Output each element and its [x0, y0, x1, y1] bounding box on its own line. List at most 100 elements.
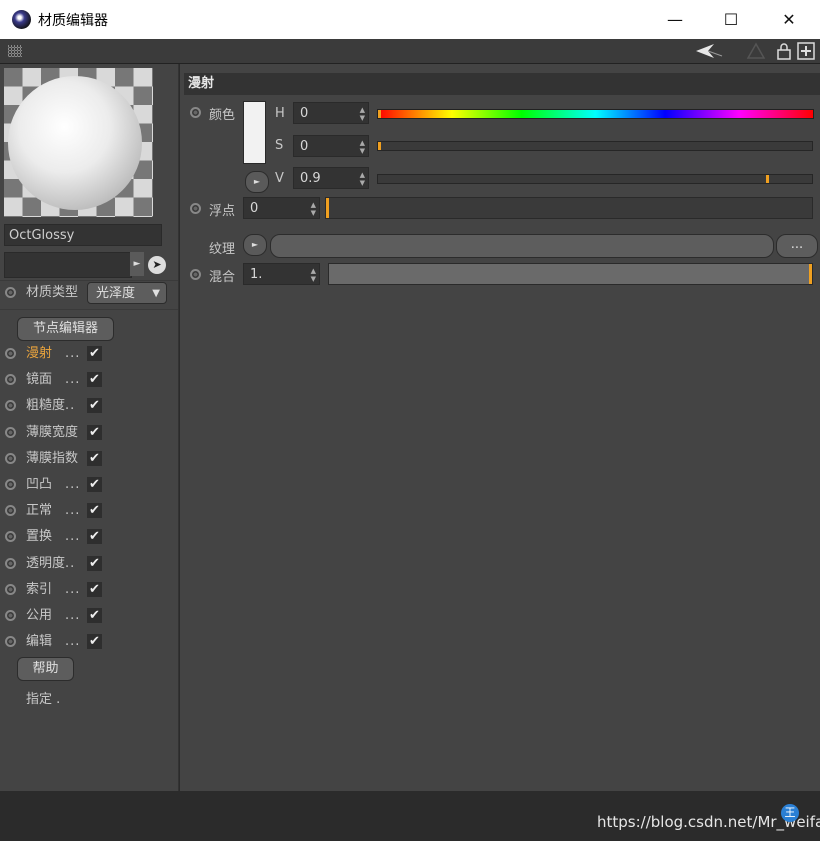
- material-type-select[interactable]: 光泽度 ▼: [87, 282, 167, 304]
- material-preview[interactable]: [4, 68, 153, 217]
- minimize-button[interactable]: —: [646, 0, 704, 39]
- channel-label[interactable]: 透明度: [26, 553, 65, 575]
- v-input[interactable]: 0.9 ▲ ▼: [293, 167, 369, 189]
- watermark-badge: 王: [781, 804, 799, 822]
- maximize-button[interactable]: ☐: [702, 0, 760, 39]
- cinema4d-app-icon: [12, 10, 31, 29]
- spin-arrows-icon[interactable]: ▲ ▼: [360, 139, 365, 155]
- channel-label[interactable]: 正常: [26, 500, 52, 522]
- channel-checkbox[interactable]: ✔: [87, 555, 102, 571]
- value-slider-knob[interactable]: [766, 175, 769, 183]
- channel-dots: ...: [65, 529, 81, 545]
- channel-dots: ..: [65, 398, 76, 414]
- channel-label[interactable]: 镜面: [26, 369, 52, 391]
- pick-cursor-icon[interactable]: ➤: [148, 256, 166, 274]
- float-radio[interactable]: [190, 203, 201, 214]
- value-slider[interactable]: [377, 174, 813, 184]
- texture-browse-button[interactable]: ...: [776, 234, 818, 258]
- material-type-radio[interactable]: [5, 287, 16, 298]
- channel-dots: ...: [65, 346, 81, 361]
- mix-value: 1.: [250, 267, 263, 282]
- channel-checkbox[interactable]: ✔: [87, 529, 102, 545]
- channel-label[interactable]: 粗糙度: [26, 395, 65, 417]
- back-arrow-icon[interactable]: [694, 42, 724, 60]
- channel-radio[interactable]: [5, 610, 16, 621]
- channel-dots: ...: [65, 581, 81, 597]
- channel-checkbox[interactable]: ✔: [87, 424, 102, 440]
- saturation-slider[interactable]: [377, 141, 813, 151]
- editor-toolbar: [0, 39, 820, 64]
- channel-dots: ...: [65, 503, 81, 519]
- float-slider-knob[interactable]: [326, 198, 329, 218]
- hue-slider[interactable]: [377, 109, 814, 119]
- channel-label[interactable]: 公用: [26, 605, 52, 627]
- spin-arrows-icon[interactable]: ▲ ▼: [360, 171, 365, 187]
- channel-label[interactable]: 凹凸: [26, 474, 52, 496]
- channel-checkbox[interactable]: ✔: [87, 581, 102, 597]
- channel-dots: ...: [65, 634, 81, 650]
- channel-checkbox[interactable]: ✔: [87, 503, 102, 519]
- float-label: 浮点: [209, 204, 236, 219]
- material-name-field[interactable]: OctGlossy: [4, 224, 162, 246]
- hue-slider-knob[interactable]: [378, 110, 381, 118]
- link-arrow-icon[interactable]: ►: [130, 252, 144, 276]
- new-panel-icon[interactable]: [797, 42, 815, 60]
- float-slider[interactable]: [325, 197, 813, 219]
- s-input[interactable]: 0 ▲ ▼: [293, 135, 369, 157]
- channel-radio[interactable]: [5, 348, 16, 359]
- channel-label[interactable]: 薄膜宽度: [26, 422, 78, 444]
- mix-input[interactable]: 1. ▲ ▼: [243, 263, 320, 285]
- h-label: H: [275, 106, 285, 121]
- channel-radio[interactable]: [5, 452, 16, 464]
- mix-slider[interactable]: [328, 263, 813, 285]
- section-title: 漫射: [184, 73, 820, 95]
- v-label: V: [275, 171, 284, 186]
- v-value: 0.9: [300, 171, 321, 186]
- texture-expand-button[interactable]: ►: [243, 234, 267, 256]
- float-input[interactable]: 0 ▲ ▼: [243, 197, 320, 219]
- channel-label[interactable]: 编辑: [26, 631, 52, 653]
- panel-grip-icon[interactable]: [8, 45, 22, 57]
- color-radio[interactable]: [190, 107, 201, 118]
- node-editor-button[interactable]: 节点编辑器: [17, 317, 114, 341]
- channel-checkbox[interactable]: ✔: [87, 608, 102, 623]
- spin-arrows-icon[interactable]: ▲ ▼: [311, 201, 316, 217]
- assign-label: 指定 .: [26, 692, 61, 707]
- material-type-label: 材质类型: [26, 285, 79, 300]
- material-link-field[interactable]: [4, 252, 132, 278]
- channel-radio[interactable]: [5, 583, 16, 595]
- channel-checkbox[interactable]: ✔: [87, 634, 102, 650]
- mix-radio[interactable]: [190, 269, 201, 280]
- texture-label: 纹理: [209, 242, 236, 257]
- forward-arrow-icon[interactable]: [746, 42, 766, 60]
- saturation-slider-knob[interactable]: [378, 142, 381, 150]
- title-bar: 材质编辑器 — ☐ ✕: [0, 0, 820, 39]
- channel-checkbox[interactable]: ✔: [87, 450, 102, 466]
- texture-slot[interactable]: [270, 234, 774, 258]
- mix-label: 混合: [209, 270, 236, 285]
- spin-arrows-icon[interactable]: ▲ ▼: [360, 106, 365, 122]
- channel-label[interactable]: 置换: [26, 526, 52, 548]
- lock-icon[interactable]: [776, 42, 792, 60]
- channel-radio[interactable]: [5, 479, 16, 490]
- channel-label[interactable]: 索引: [26, 579, 52, 601]
- channel-radio[interactable]: [5, 426, 16, 438]
- channel-label[interactable]: 漫射: [26, 343, 52, 365]
- channel-label[interactable]: 薄膜指数: [26, 448, 78, 470]
- channel-radio[interactable]: [5, 557, 16, 569]
- preview-sphere: [8, 76, 142, 210]
- color-label: 颜色: [209, 108, 236, 123]
- float-value: 0: [250, 201, 259, 216]
- channel-checkbox[interactable]: ✔: [87, 398, 102, 414]
- color-swatch[interactable]: [243, 101, 266, 164]
- channel-checkbox[interactable]: ✔: [87, 346, 102, 361]
- color-expand-button[interactable]: ►: [245, 171, 269, 193]
- h-input[interactable]: 0 ▲ ▼: [293, 102, 369, 124]
- channel-checkbox[interactable]: ✔: [87, 477, 102, 492]
- channel-checkbox[interactable]: ✔: [87, 372, 102, 388]
- mix-slider-knob[interactable]: [809, 264, 812, 284]
- close-button[interactable]: ✕: [760, 0, 818, 39]
- help-button[interactable]: 帮助: [17, 657, 74, 681]
- channel-dots: ..: [65, 555, 76, 571]
- spin-arrows-icon[interactable]: ▲ ▼: [311, 267, 316, 283]
